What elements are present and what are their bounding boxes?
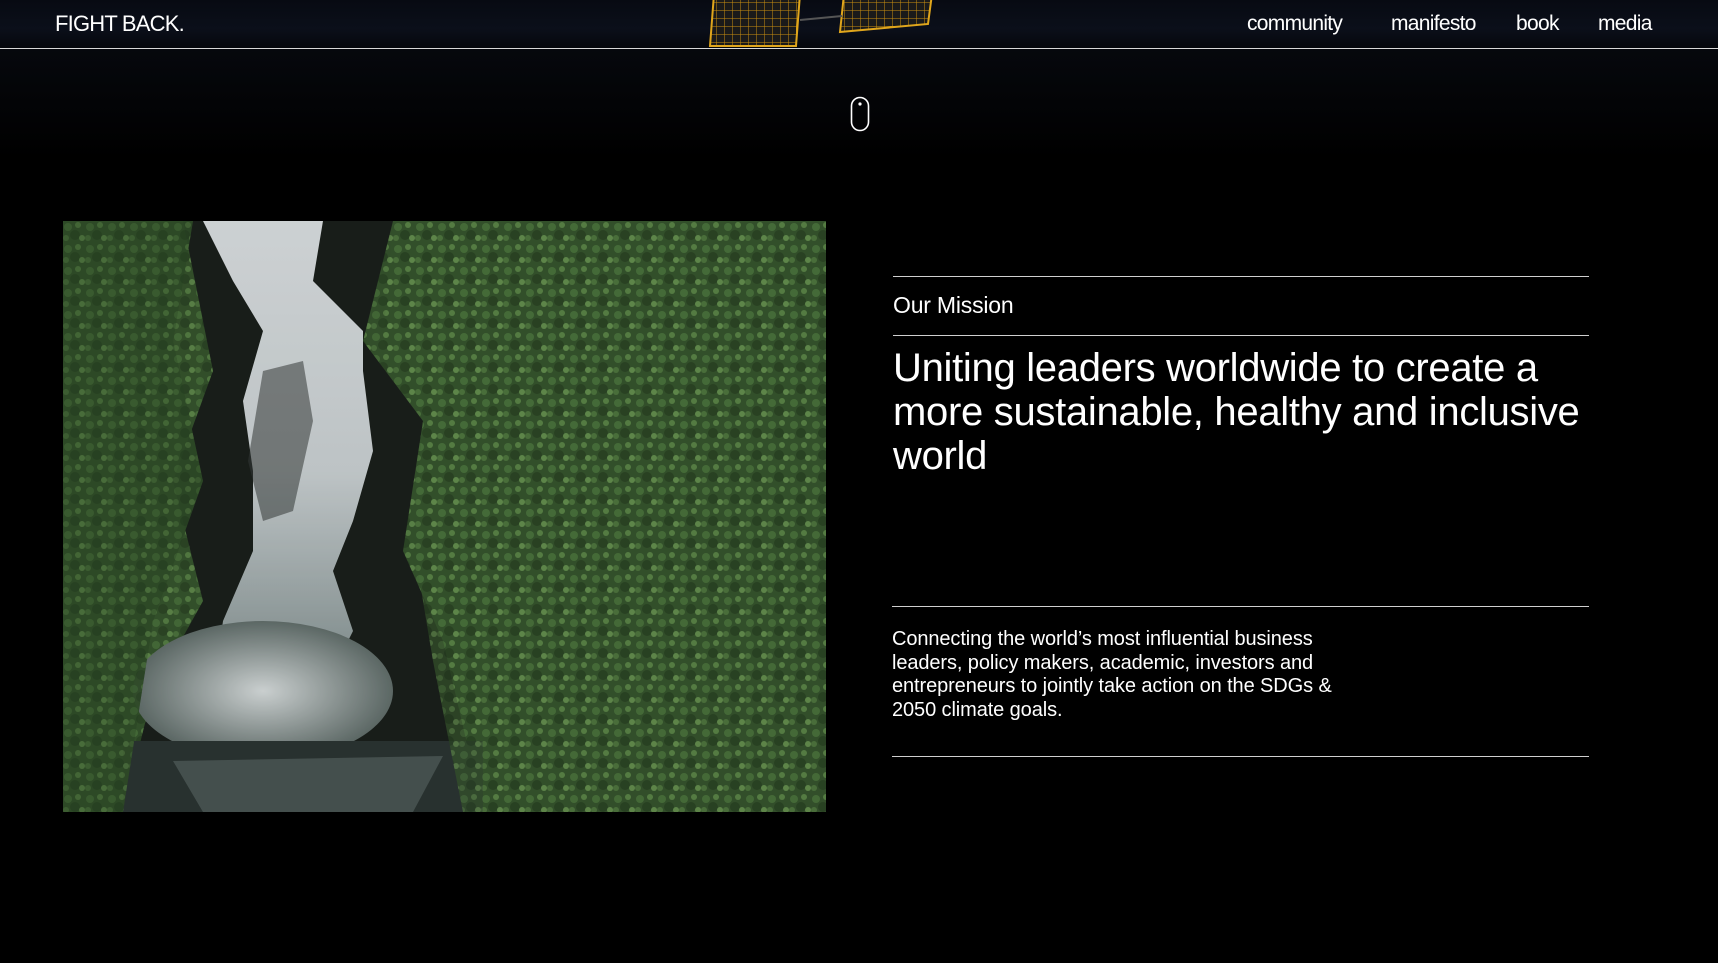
mission-headline: Uniting leaders worldwide to create a mo… [893, 346, 1580, 478]
divider [893, 335, 1589, 336]
mouse-scroll-icon[interactable] [850, 96, 870, 132]
nav-book[interactable]: book [1516, 12, 1559, 36]
mission-description: Connecting the world’s most influential … [892, 628, 1332, 721]
page: FIGHT BACK. community manifesto book med… [0, 0, 1718, 963]
divider [893, 276, 1589, 277]
nav-community[interactable]: community [1247, 12, 1343, 36]
brand-logo[interactable]: FIGHT BACK. [55, 11, 185, 37]
satellite-image [708, 0, 933, 47]
divider [892, 606, 1589, 607]
nav-media[interactable]: media [1598, 12, 1652, 36]
section-label: Our Mission [893, 292, 1014, 318]
nav-manifesto[interactable]: manifesto [1391, 12, 1476, 36]
divider [892, 756, 1589, 757]
waterfall-forest-photo [63, 221, 826, 812]
site-header: FIGHT BACK. community manifesto book med… [0, 0, 1718, 49]
